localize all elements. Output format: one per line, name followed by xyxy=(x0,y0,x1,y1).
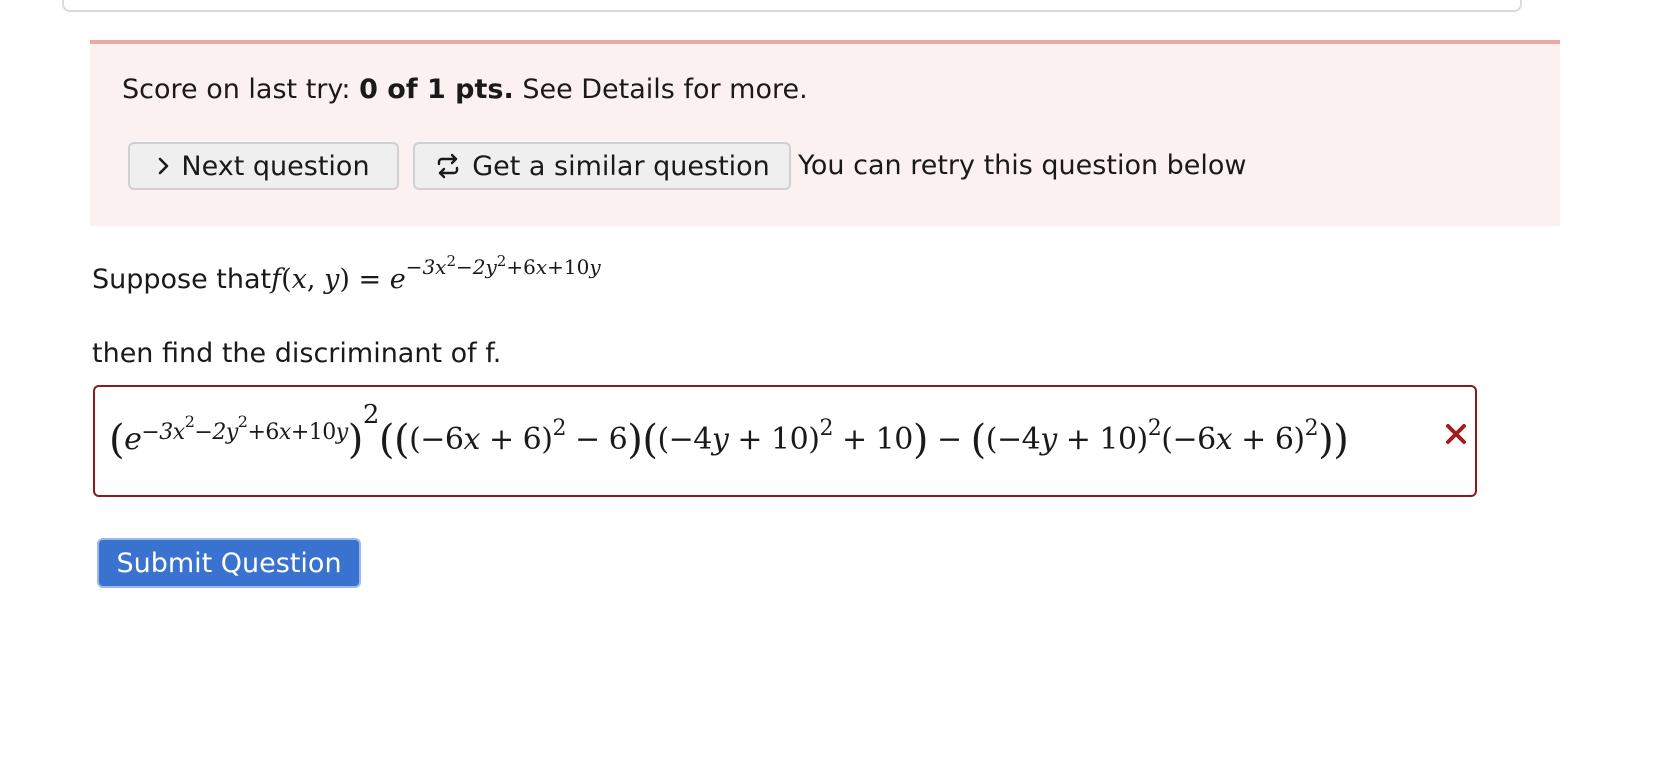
similar-question-button[interactable]: Get a similar question xyxy=(413,142,791,190)
x-mark-icon xyxy=(1446,424,1466,444)
similar-question-label: Get a similar question xyxy=(472,150,770,182)
answer-input[interactable]: (e−3x2−2y2+6x+10y)2(((−6x + 6)2 − 6)((−4… xyxy=(93,385,1477,497)
question-statement: Suppose that f(x, y) = e−3x2−2y2+6x+10y xyxy=(92,252,601,295)
next-question-button[interactable]: Next question xyxy=(128,142,399,190)
chevron-right-icon xyxy=(159,157,169,175)
question-instruction: then find the discriminant of f. xyxy=(92,338,502,369)
retry-message: You can retry this question below xyxy=(798,150,1247,181)
score-value: 0 of 1 pts. xyxy=(359,74,514,105)
answer-expression: (e−3x2−2y2+6x+10y)2(((−6x + 6)2 − 6)((−4… xyxy=(109,400,1349,463)
repeat-arrows-icon xyxy=(438,153,459,179)
function-expression: e−3x2−2y2+6x+10y xyxy=(389,252,601,295)
next-question-label: Next question xyxy=(181,150,370,182)
previous-panel xyxy=(62,0,1522,12)
score-banner: Score on last try: 0 of 1 pts. See Detai… xyxy=(90,40,1560,226)
function-definition: f(x, y) xyxy=(271,264,350,295)
score-text: Score on last try: 0 of 1 pts. See Detai… xyxy=(122,74,808,105)
submit-question-button[interactable]: Submit Question xyxy=(97,538,361,588)
